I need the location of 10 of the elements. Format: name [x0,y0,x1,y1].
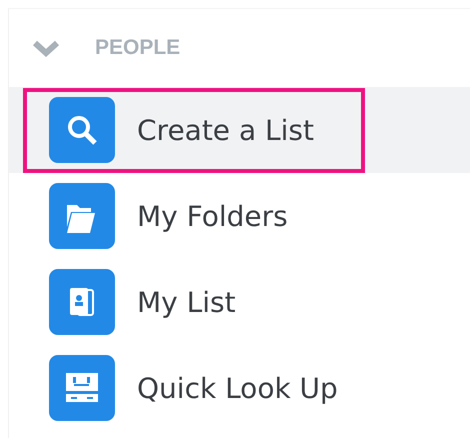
search-icon [49,97,115,163]
chevron-icon[interactable] [32,39,60,57]
folder-icon [49,183,115,249]
menu-item[interactable]: Create a List [23,88,365,172]
menu-item[interactable]: My List [23,260,365,344]
section-title: PEOPLE [95,36,180,60]
screen-icon [49,355,115,421]
menu-item[interactable]: My Folders [23,174,365,258]
contact-card-icon [49,269,115,335]
menu-item[interactable]: Quick Look Up [23,346,365,430]
